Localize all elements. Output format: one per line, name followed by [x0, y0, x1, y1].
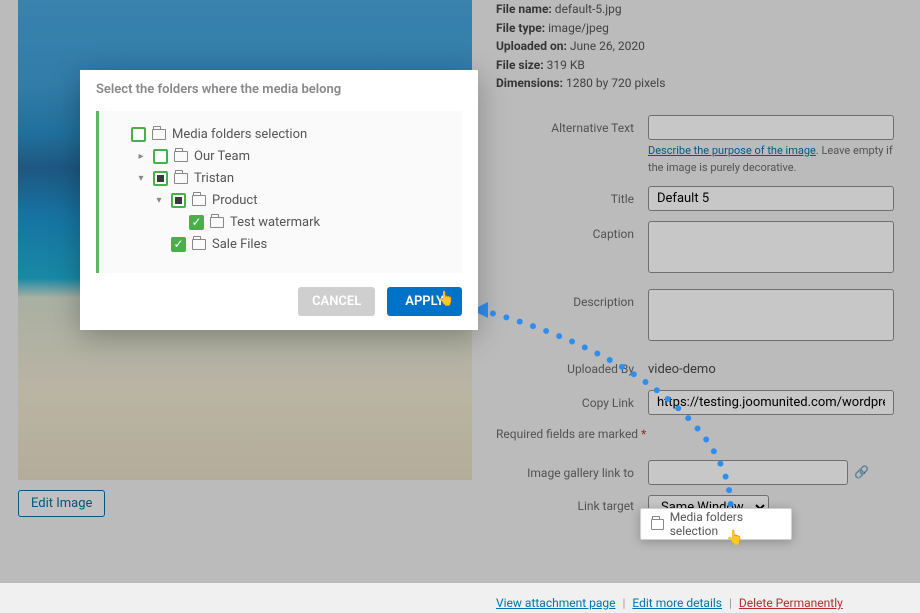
meta-uploaded-value: June 26, 2020: [570, 39, 645, 53]
folder-icon: [210, 217, 224, 228]
edit-image-button[interactable]: Edit Image: [18, 490, 105, 517]
folder-icon: [651, 519, 664, 530]
caption-input[interactable]: [648, 221, 894, 273]
meta-filename-value: default-5.jpg: [555, 2, 622, 16]
meta-filetype-label: File type:: [496, 21, 545, 35]
delete-permanently-link[interactable]: Delete Permanently: [739, 596, 843, 610]
folder-tree: Media folders selection ▸ Our Team ▾ Tristan…: [96, 111, 462, 273]
view-attachment-link[interactable]: View attachment page: [496, 596, 616, 610]
folder-selection-modal: Select the folders where the media belon…: [80, 70, 478, 330]
alt-text-help-link[interactable]: Describe the purpose of the image: [648, 144, 816, 157]
tree-toggle-icon[interactable]: ▾: [135, 173, 147, 184]
tree-node-label: Sale Files: [212, 237, 267, 252]
tree-checkbox[interactable]: [189, 215, 204, 230]
folder-icon: [174, 151, 188, 162]
tree-toggle-icon[interactable]: ▾: [153, 195, 165, 206]
cancel-button[interactable]: CANCEL: [298, 287, 375, 316]
edit-more-details-link[interactable]: Edit more details: [632, 596, 722, 610]
alt-text-help: Describe the purpose of the image. Leave…: [648, 142, 908, 176]
folder-tree-node[interactable]: ▾ Tristan: [113, 167, 452, 189]
folder-icon: [152, 129, 166, 140]
folder-icon: [192, 239, 206, 250]
meta-dimensions-value: 1280 by 720 pixels: [566, 76, 665, 90]
tree-checkbox[interactable]: [171, 237, 186, 252]
tree-node-label: Product: [212, 193, 257, 208]
tree-checkbox[interactable]: [153, 149, 168, 164]
apply-button[interactable]: APPLY: [387, 287, 462, 316]
folder-tree-node[interactable]: Media folders selection: [113, 123, 452, 145]
tree-node-label: Test watermark: [230, 215, 320, 230]
meta-uploaded-label: Uploaded on:: [496, 39, 567, 53]
title-input[interactable]: [648, 186, 894, 211]
attachment-bottom-links: View attachment page | Edit more details…: [496, 594, 912, 613]
meta-filesize-label: File size:: [496, 58, 544, 72]
media-folders-btn-label: Media folders selection: [670, 510, 781, 538]
link-icon[interactable]: 🔗: [854, 465, 869, 479]
folder-icon: [192, 195, 206, 206]
caption-label: Caption: [496, 221, 648, 244]
annotation-arrow: [472, 300, 782, 540]
folder-tree-node[interactable]: Sale Files: [113, 233, 452, 255]
meta-filetype-value: image/jpeg: [548, 21, 609, 35]
folder-tree-node[interactable]: ▾ Product: [113, 189, 452, 211]
meta-filename-label: File name:: [496, 2, 552, 16]
meta-filesize-value: 319 KB: [547, 58, 585, 72]
tree-node-label: Tristan: [194, 171, 234, 186]
title-label: Title: [496, 186, 648, 209]
tree-node-label: Our Team: [194, 149, 250, 164]
folder-tree-node[interactable]: ▸ Our Team: [113, 145, 452, 167]
folder-icon: [174, 173, 188, 184]
attachment-meta: File name: default-5.jpg File type: imag…: [496, 0, 912, 93]
alt-text-input[interactable]: [648, 115, 894, 140]
folder-tree-node[interactable]: Test watermark: [113, 211, 452, 233]
media-folders-selection-button[interactable]: Media folders selection: [640, 508, 792, 540]
modal-title: Select the folders where the media belon…: [96, 82, 462, 97]
alt-text-label: Alternative Text: [496, 115, 648, 138]
tree-checkbox[interactable]: [171, 193, 186, 208]
meta-dimensions-label: Dimensions:: [496, 76, 563, 90]
tree-checkbox[interactable]: [153, 171, 168, 186]
tree-node-label: Media folders selection: [172, 127, 307, 142]
tree-toggle-icon[interactable]: ▸: [135, 151, 147, 162]
tree-checkbox[interactable]: [131, 127, 146, 142]
